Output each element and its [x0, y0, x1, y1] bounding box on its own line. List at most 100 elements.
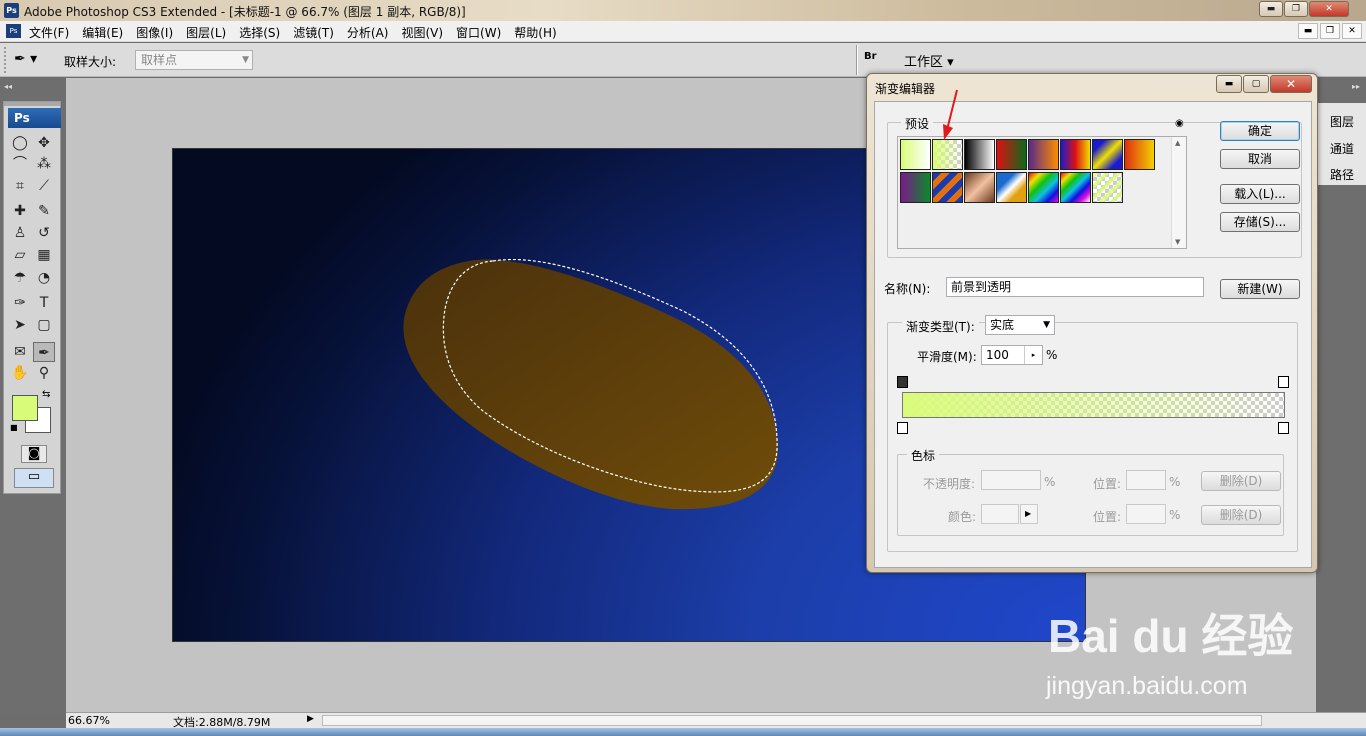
preset-black-white[interactable]	[964, 139, 995, 170]
quick-mask-icon[interactable]: ◙	[21, 445, 47, 463]
preset-violet-green[interactable]	[900, 172, 931, 203]
gradient-type-select[interactable]: 实底 ▼	[985, 315, 1055, 335]
opacity-stop-left[interactable]	[897, 376, 908, 388]
doc-close-button[interactable]: ✕	[1342, 23, 1362, 39]
status-menu-arrow-icon[interactable]: ▶	[307, 714, 314, 724]
bridge-icon[interactable]: Br	[864, 51, 886, 69]
eraser-tool-icon[interactable]: ▱	[9, 245, 31, 265]
name-field[interactable]: 前景到透明	[946, 277, 1204, 297]
channels-panel-tab[interactable]: 通道	[1330, 140, 1354, 157]
preset-copper[interactable]	[964, 172, 995, 203]
menu-filter[interactable]: 滤镜(T)	[293, 24, 334, 41]
toolbox: Ps ◯ ✥ ⌒ ⁂ ⌗ ⟋ ✚ ✎ ♙ ↺ ▱ ▦ ☂ ◔ ✑ T ➤ ▢ ✉…	[3, 101, 61, 494]
menu-view[interactable]: 视图(V)	[401, 24, 443, 41]
menu-image[interactable]: 图像(I)	[136, 24, 173, 41]
preset-foreground-to-background[interactable]	[900, 139, 931, 170]
new-button[interactable]: 新建(W)	[1220, 279, 1300, 299]
pen-tool-icon[interactable]: ✑	[9, 293, 31, 313]
close-button[interactable]: ✕	[1309, 1, 1349, 17]
menu-help[interactable]: 帮助(H)	[514, 24, 556, 41]
lasso-tool-icon[interactable]: ⌒	[9, 154, 31, 174]
save-button[interactable]: 存储(S)...	[1220, 212, 1300, 232]
preset-spectrum[interactable]	[1028, 172, 1059, 203]
preset-orange-yellow[interactable]	[1124, 139, 1155, 170]
slice-tool-icon[interactable]: ⟋	[33, 176, 55, 196]
preset-transparent-rainbow[interactable]	[1060, 172, 1091, 203]
type-tool-icon[interactable]: T	[33, 293, 55, 313]
default-colors-icon[interactable]: ■	[10, 423, 18, 432]
healing-brush-tool-icon[interactable]: ✚	[9, 201, 31, 221]
preset-violet-orange[interactable]	[1028, 139, 1059, 170]
paths-panel-tab[interactable]: 路径	[1330, 166, 1354, 183]
menu-list: 文件(F) 编辑(E) 图像(I) 图层(L) 选择(S) 滤镜(T) 分析(A…	[29, 24, 570, 41]
dialog-close-button[interactable]: ✕	[1270, 75, 1312, 93]
scroll-down-icon[interactable]: ▼	[1175, 238, 1180, 246]
preset-transparent-stripes[interactable]	[1092, 172, 1123, 203]
minimize-button[interactable]: ▬	[1259, 1, 1283, 17]
baidu-watermark-logo: Bai du 经验	[1048, 610, 1294, 662]
smoothness-slider-arrow-icon[interactable]: ▸	[1024, 346, 1042, 364]
foreground-color-swatch[interactable]	[12, 395, 38, 421]
maximize-button[interactable]: ❐	[1284, 1, 1308, 17]
crop-tool-icon[interactable]: ⌗	[9, 176, 31, 196]
preset-blue-red-yellow[interactable]	[1060, 139, 1091, 170]
stop-color-swatch	[981, 504, 1019, 524]
workspace-menu[interactable]: 工作区 ▾	[904, 51, 954, 70]
presets-scrollbar[interactable]: ▲ ▼	[1171, 137, 1186, 248]
gradient-type-label: 渐变类型(T):	[902, 318, 979, 335]
preset-stripes[interactable]	[932, 172, 963, 203]
swap-colors-icon[interactable]: ⇆	[42, 389, 50, 400]
doc-restore-button[interactable]: ❐	[1320, 23, 1340, 39]
toolbox-header[interactable]	[4, 102, 60, 106]
expand-arrows-icon[interactable]: ▸▸	[1352, 82, 1360, 91]
zoom-tool-icon[interactable]: ⚲	[33, 363, 55, 383]
sample-size-select[interactable]: 取样点 ▼	[135, 50, 253, 70]
menu-layer[interactable]: 图层(L)	[186, 24, 226, 41]
path-selection-tool-icon[interactable]: ➤	[9, 315, 31, 335]
clone-stamp-tool-icon[interactable]: ♙	[9, 223, 31, 243]
dodge-tool-icon[interactable]: ◔	[33, 268, 55, 288]
preset-red-green[interactable]	[996, 139, 1027, 170]
opacity-stop-right[interactable]	[1278, 376, 1289, 388]
menu-select[interactable]: 选择(S)	[239, 24, 280, 41]
marquee-tool-icon[interactable]: ◯	[9, 133, 31, 153]
layers-panel-tab[interactable]: 图层	[1330, 113, 1354, 130]
preset-chrome[interactable]	[996, 172, 1027, 203]
gradient-tool-icon[interactable]: ▦	[33, 245, 55, 265]
screen-mode-icon[interactable]: ▭	[14, 468, 54, 488]
menu-file[interactable]: 文件(F)	[29, 24, 69, 41]
collapse-arrows-icon[interactable]: ◂◂	[4, 82, 12, 91]
presets-menu-icon[interactable]: ◉	[1175, 118, 1184, 129]
blur-tool-icon[interactable]: ☂	[9, 268, 31, 288]
preset-blue-yellow-blue[interactable]	[1092, 139, 1123, 170]
notes-tool-icon[interactable]: ✉	[9, 342, 31, 362]
load-button[interactable]: 载入(L)...	[1220, 184, 1300, 204]
menu-edit[interactable]: 编辑(E)	[82, 24, 123, 41]
color-stop-right[interactable]	[1278, 422, 1289, 434]
move-tool-icon[interactable]: ✥	[33, 133, 55, 153]
dialog-minimize-button[interactable]: ▬	[1216, 75, 1242, 93]
magic-wand-tool-icon[interactable]: ⁂	[33, 154, 55, 174]
shape-tool-icon[interactable]: ▢	[33, 315, 55, 335]
brush-tool-icon[interactable]: ✎	[33, 201, 55, 221]
color-stop-left[interactable]	[897, 422, 908, 434]
zoom-level[interactable]: 66.67%	[68, 714, 110, 727]
menu-analysis[interactable]: 分析(A)	[347, 24, 389, 41]
smoothness-field[interactable]: 100 ▸	[981, 345, 1043, 365]
ok-button[interactable]: 确定	[1220, 121, 1300, 141]
history-brush-tool-icon[interactable]: ↺	[33, 223, 55, 243]
eyedropper-preset-icon[interactable]: ✒ ▾	[14, 51, 52, 71]
gradient-preview-bar[interactable]	[902, 392, 1285, 418]
right-panel-strip: ▸▸ 图层 通道 路径	[1316, 78, 1366, 714]
horizontal-scrollbar[interactable]	[322, 715, 1262, 726]
doc-minimize-button[interactable]: ▬	[1298, 23, 1318, 39]
dialog-maximize-button[interactable]: ▢	[1243, 75, 1269, 93]
options-grip[interactable]	[4, 47, 8, 73]
scroll-up-icon[interactable]: ▲	[1175, 139, 1180, 147]
cancel-button[interactable]: 取消	[1220, 149, 1300, 169]
eyedropper-tool-icon[interactable]: ✒	[33, 342, 55, 362]
color-location-field	[1126, 504, 1166, 524]
hand-tool-icon[interactable]: ✋	[9, 363, 31, 383]
dialog-title: 渐变编辑器	[875, 82, 936, 96]
menu-window[interactable]: 窗口(W)	[456, 24, 501, 41]
